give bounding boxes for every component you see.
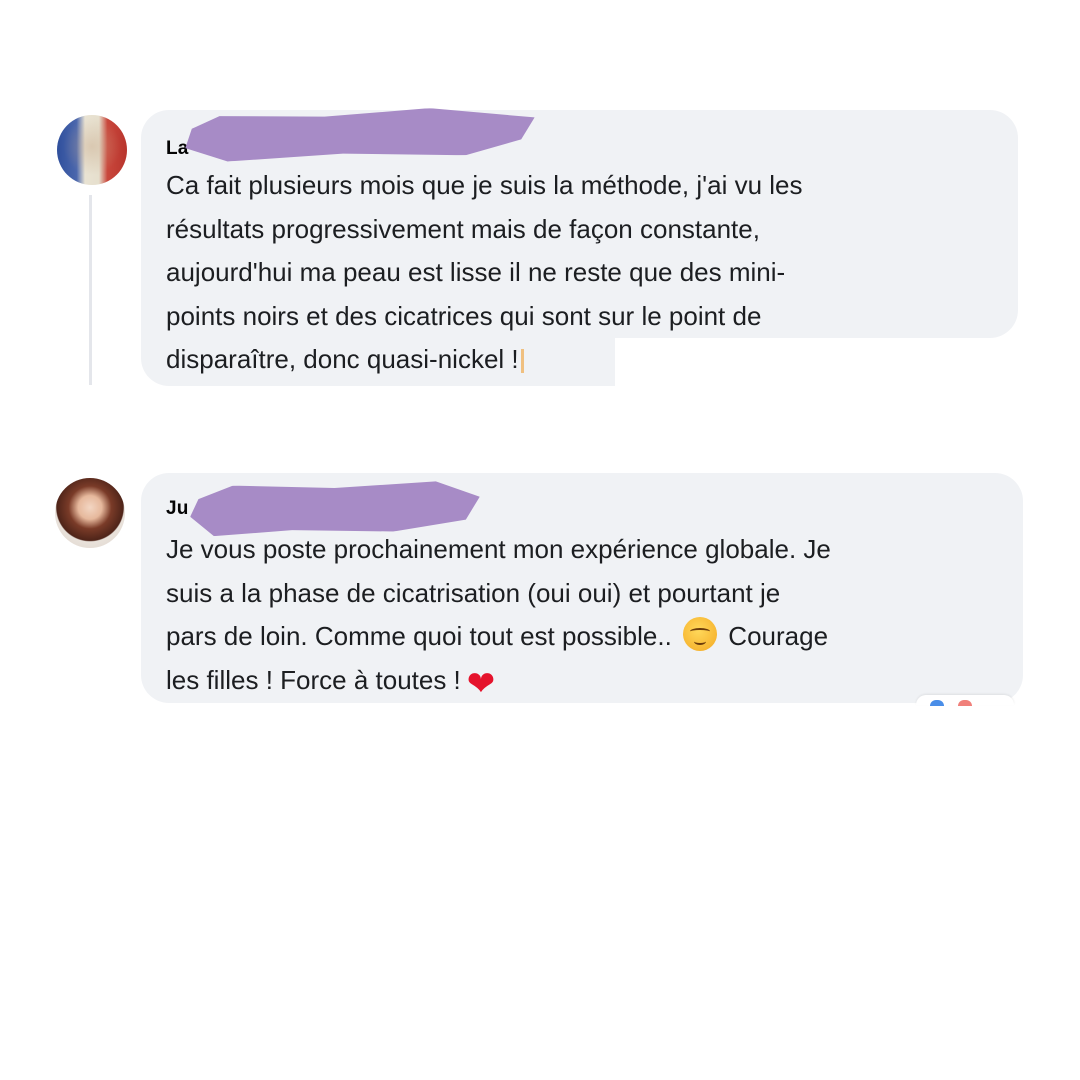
- thread-line: [89, 195, 92, 385]
- red-heart-emoji: ❤: [466, 664, 496, 703]
- like-reaction-icon: [930, 700, 944, 706]
- comment-text-segment: pars de loin. Comme quoi tout est possib…: [166, 621, 672, 651]
- comment-text-line: Je vous poste prochainement mon expérien…: [166, 534, 831, 564]
- comment-text-line: suis a la phase de cicatrisation (oui ou…: [166, 577, 781, 608]
- reactions-summary[interactable]: [916, 695, 1014, 706]
- comment-text-line: points noirs et des cicatrices qui sont …: [166, 300, 762, 331]
- comment-thread: La Ca fait plusieurs mois que je suis la…: [0, 0, 1080, 1080]
- comment-author-name[interactable]: La: [166, 138, 189, 160]
- comment-text-segment: Courage: [728, 621, 829, 651]
- flag-avatar[interactable]: [57, 115, 127, 185]
- woman-avatar[interactable]: [55, 478, 125, 548]
- love-reaction-icon: [958, 700, 972, 706]
- comment-text: Ca fait plusieurs mois que je suis la mé…: [166, 164, 996, 382]
- comment-text-line-last: disparaître, donc quasi-nickel !: [166, 338, 996, 382]
- comment-text-line: résultats progressivement mais de façon …: [166, 213, 760, 244]
- comment-text-segment: disparaître, donc quasi-nickel !: [166, 344, 519, 374]
- comment-text-line: Ca fait plusieurs mois que je suis la mé…: [166, 170, 803, 200]
- relieved-face-emoji: [683, 617, 718, 651]
- comment-author-name[interactable]: Ju: [166, 498, 189, 520]
- comment-text-line: les filles ! Force à toutes ! ❤: [166, 659, 1006, 703]
- comment-text-line: pars de loin. Comme quoi tout est possib…: [166, 615, 1006, 659]
- comment-text-segment: les filles ! Force à toutes !: [166, 664, 461, 695]
- comment-text-line: aujourd'hui ma peau est lisse il ne rest…: [166, 257, 786, 287]
- bubble-crop: [141, 703, 1023, 723]
- comment-text: Je vous poste prochainement mon expérien…: [166, 528, 1006, 702]
- emoji-fragment-icon: [520, 349, 524, 374]
